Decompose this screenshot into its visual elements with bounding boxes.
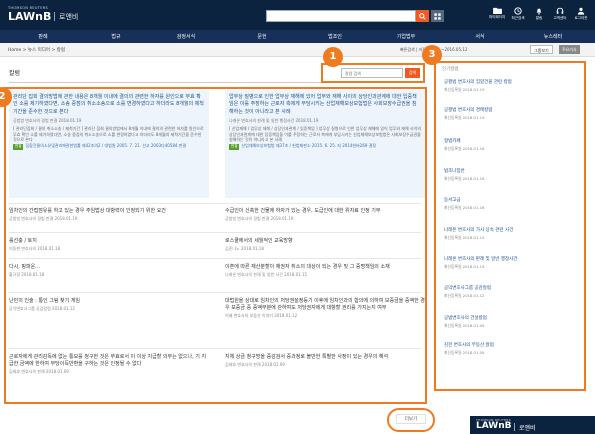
main-nav: 판례 법규 검정서식 문헌 법조인 기업법무 서식 뉴스레터 [0,30,595,43]
nav-item[interactable]: 뉴스레터 [544,33,562,40]
bell-icon [536,8,542,15]
footer-promo-banner[interactable]: THOMSON REUTERS LAWnB 로앤비 [470,416,595,434]
group-view-button[interactable]: 그룹보기 [530,45,553,54]
top-header: THOMSON REUTERS LAWnB 로앤비 마이페이지 최근검색 알림 … [0,0,595,30]
headset-icon [556,7,564,14]
annotation-number: 3 [422,45,442,65]
util-label: 로그아웃 [574,16,588,20]
top-articles-button[interactable]: 주요기사 [559,45,580,54]
annotation-ring-more [387,408,435,432]
annotation-number: 1 [323,47,343,67]
grid-icon [434,12,441,20]
util-support[interactable]: 고객센터 [549,7,571,27]
nav-item[interactable]: 기업법무 [397,33,415,40]
nav-item[interactable]: 검정서식 [177,33,195,40]
search-button[interactable] [416,10,429,22]
util-mypage[interactable]: 마이페이지 [486,7,508,27]
breadcrumb-bar: Home > 뉴스 미디어 > 칼럼 빠른검색 | 저장 | 인쇄 | ~201… [0,43,595,57]
annotation-box-list [4,87,427,404]
nav-item[interactable]: 문헌 [257,33,266,40]
logo-divider [54,12,55,21]
util-label: 마이페이지 [488,15,506,19]
util-history[interactable]: 최근검색 [507,7,529,27]
page-title: 칼럼 [9,70,21,77]
util-label: 알림 [535,16,543,20]
brand-name: LAWnB [8,10,52,23]
breadcrumb[interactable]: Home > 뉴스 미디어 > 칼럼 [8,47,65,53]
grid-menu-button[interactable] [431,10,444,22]
annotation-box-sidebar [434,61,586,391]
site-logo[interactable]: THOMSON REUTERS LAWnB 로앤비 [8,6,78,24]
history-icon [514,7,522,15]
util-label: 최근검색 [511,16,525,20]
search-icon [419,12,426,20]
nav-item[interactable]: 법규 [111,33,120,40]
user-icon [577,7,585,15]
util-logout[interactable]: 로그아웃 [570,7,592,27]
brand-sub: 로앤비 [519,425,536,432]
brand-sub: 로앤비 [59,13,79,21]
util-label: 고객센터 [553,16,567,20]
logo-divider [514,423,515,431]
nav-item[interactable]: 법조인 [328,33,342,40]
global-search-input[interactable] [266,10,416,22]
util-alerts[interactable]: 알림 [528,7,550,27]
brand-name: LAWnB [476,421,512,431]
nav-item[interactable]: 서식 [475,33,484,40]
nav-item[interactable]: 판례 [38,33,47,40]
folder-icon [492,7,502,14]
